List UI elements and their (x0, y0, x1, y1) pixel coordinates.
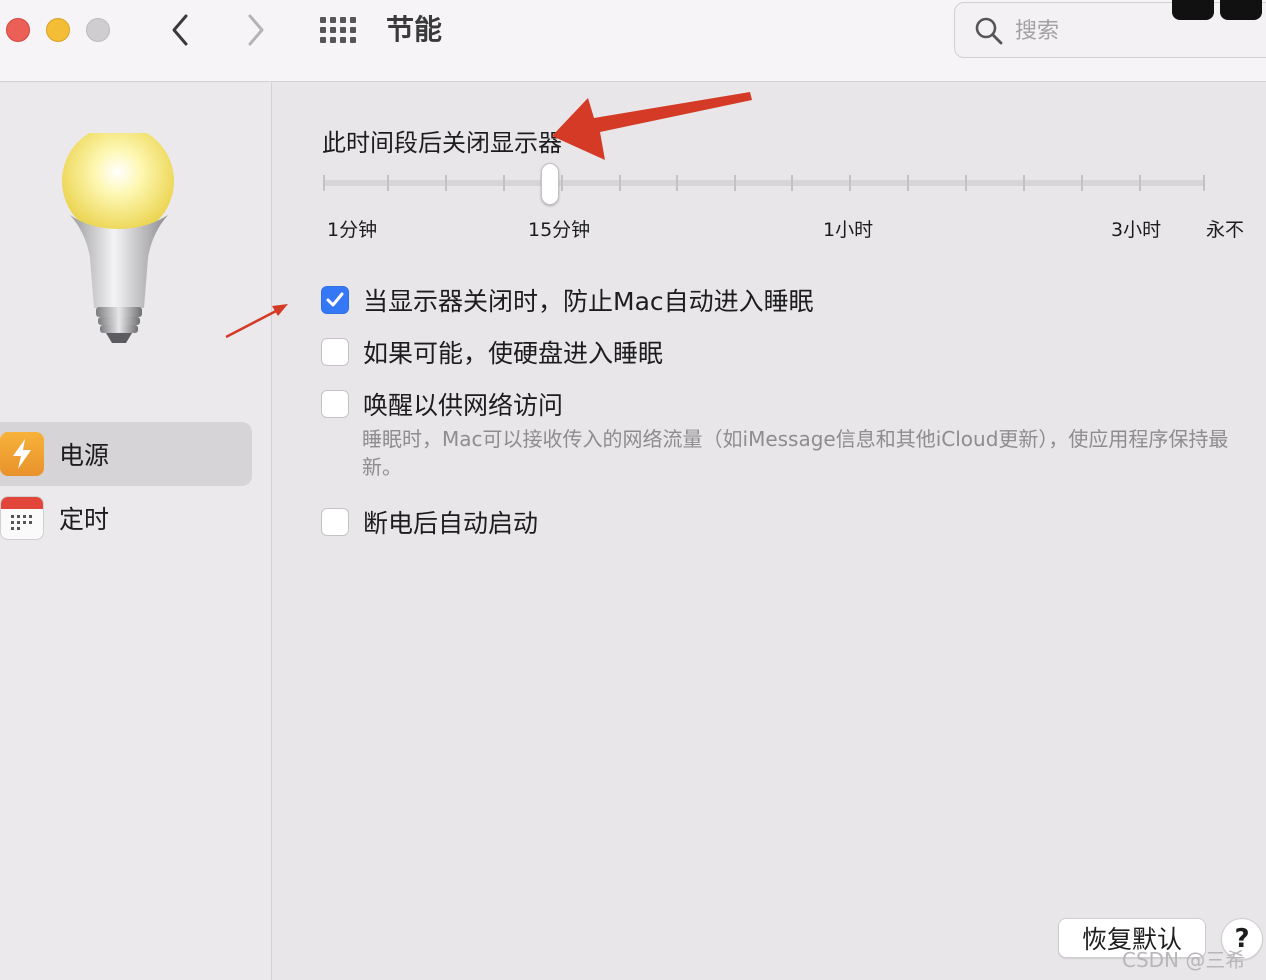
back-button[interactable] (160, 10, 200, 50)
power-bolt-icon (0, 432, 44, 476)
slider-tick (503, 175, 505, 191)
calendar-icon (0, 496, 44, 540)
slider-tick (734, 175, 736, 191)
option-label: 如果可能，使硬盘进入睡眠 (363, 339, 664, 368)
slider-label: 3小时 (1111, 219, 1162, 241)
slider-tick (849, 175, 851, 191)
slider-tick (323, 175, 325, 191)
option-label: 断电后自动启动 (363, 509, 539, 538)
slider-label: 永不 (1206, 219, 1245, 241)
lightbulb-icon (62, 133, 174, 343)
checkbox[interactable] (321, 338, 349, 366)
slider-thumb[interactable] (541, 163, 559, 205)
zoom-button[interactable] (86, 18, 110, 42)
slider-tick (965, 175, 967, 191)
minimize-button[interactable] (46, 18, 70, 42)
sidebar-item-schedule[interactable]: 定时 (0, 486, 252, 550)
display-sleep-title: 此时间段后关闭显示器 (322, 129, 562, 157)
option-label: 唤醒以供网络访问 (363, 391, 564, 420)
option-disk-sleep[interactable]: 如果可能，使硬盘进入睡眠 (321, 334, 663, 370)
search-icon (975, 17, 1003, 45)
checkbox[interactable] (321, 508, 349, 536)
toolbar: 节能 (0, 0, 1266, 82)
slider-tick (1139, 175, 1141, 191)
option-prevent-sleep[interactable]: 当显示器关闭时，防止Mac自动进入睡眠 (321, 282, 814, 318)
slider-tick (445, 175, 447, 191)
slider-tick (387, 175, 389, 191)
sidebar-item-label: 电源 (59, 441, 110, 470)
slider-label: 1小时 (823, 219, 874, 241)
option-auto-restart[interactable]: 断电后自动启动 (321, 504, 538, 540)
forward-button[interactable] (236, 10, 276, 50)
slider-tick (561, 175, 563, 191)
option-description: 睡眠时，Mac可以接收传入的网络流量（如iMessage信息和其他iCloud更… (362, 427, 1229, 479)
slider-label: 1分钟 (327, 219, 378, 241)
watermark: CSDN @三希 (1122, 948, 1246, 972)
chevron-right-icon (248, 14, 264, 46)
chevron-left-icon (172, 14, 188, 46)
slider-tick (1081, 175, 1083, 191)
slider-tick (619, 175, 621, 191)
slider-tick (791, 175, 793, 191)
show-all-button[interactable] (316, 12, 360, 48)
slider-tick (907, 175, 909, 191)
checkbox[interactable] (321, 390, 349, 418)
slider-label: 15分钟 (528, 219, 591, 241)
checkbox[interactable] (321, 286, 349, 314)
overlay-icon (1172, 0, 1214, 20)
sidebar: 电源 定时 (0, 83, 272, 980)
sidebar-item-power[interactable]: 电源 (0, 422, 252, 486)
grid-icon (320, 17, 326, 23)
slider-tick (1203, 175, 1205, 191)
corner-icons (1172, 0, 1262, 20)
option-wake-network[interactable]: 唤醒以供网络访问 (321, 386, 563, 422)
main-panel: 此时间段后关闭显示器 1分钟 15分钟 1小时 3小时 永不 当显示器关闭时，防… (273, 83, 1266, 980)
slider-tick (1023, 175, 1025, 191)
sidebar-item-label: 定时 (59, 505, 110, 534)
close-button[interactable] (6, 18, 30, 42)
option-label: 当显示器关闭时，防止Mac自动进入睡眠 (363, 287, 814, 316)
slider-tick (676, 175, 678, 191)
window-title: 节能 (386, 13, 443, 46)
display-sleep-slider[interactable] (323, 180, 1205, 186)
overlay-icon (1220, 0, 1262, 20)
checkmark-icon (326, 292, 344, 307)
